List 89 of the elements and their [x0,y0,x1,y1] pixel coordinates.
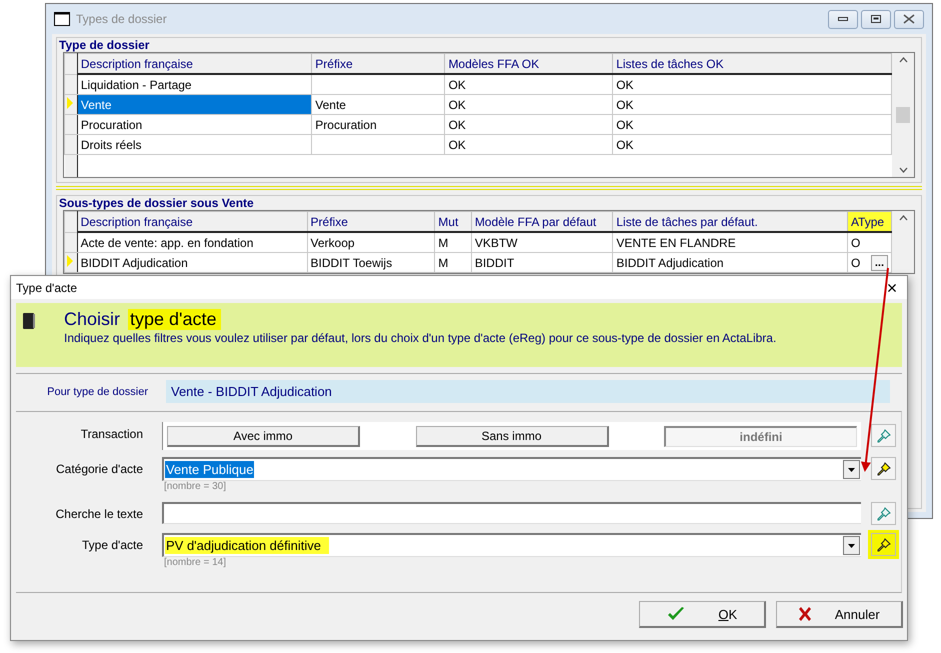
row-indicator [64,212,78,232]
caret-icon [848,468,855,472]
search-field[interactable] [162,502,861,524]
pin-button[interactable] [871,533,896,556]
table-cell: BIDDIT Adjudication [612,252,848,272]
table-cell-text: O [850,256,860,270]
table-cell: OK [444,134,613,154]
dialog-heading: Choisir [64,309,122,330]
scroll-thumb[interactable] [896,107,910,123]
highlighted-heading: type d'acte [128,309,221,330]
column-header[interactable]: AType [847,212,892,232]
close-button[interactable] [894,10,924,28]
dropdown-field[interactable]: PV d'adjudication définitive [162,533,861,557]
row-indicator [64,54,78,74]
group-title: Sous-types de dossier sous Vente [59,196,256,210]
table-cell: M [434,232,472,252]
table-cell: Procuration [312,114,445,134]
description-text: Indiquez quelles filtres vous voulez utiliser par défaut, lors du choix d'un type d'acte (eReg) pour ce sous-type de dossier en ActaLibra. [64,331,776,345]
count-text: [nombre = 30] [163,481,227,494]
field-label: Cherche le texte [54,506,144,523]
row-indicator[interactable] [64,252,78,272]
table-cell: OK [444,74,613,94]
field-label: Catégorie d'acte [54,461,144,478]
table-cell: OK [612,74,892,94]
column-header[interactable]: Préfixe [312,54,445,74]
pin-button[interactable] [871,457,896,480]
table-cell: Vente [77,94,312,114]
ellipsis-button[interactable]: ... [870,254,888,270]
dialog-button[interactable]: OK [639,601,766,628]
restore-icon [871,15,881,23]
dropdown-field[interactable]: Vente Publique [162,457,861,481]
book-icon [22,312,36,330]
minimize-icon [838,17,848,21]
column-header[interactable]: Mut [434,212,472,232]
row-indicator [64,154,78,177]
table-cell: Droits réels [77,134,312,154]
close-icon [903,14,915,24]
column-header[interactable]: Description française [77,54,312,74]
column-header[interactable]: Description française [77,212,308,232]
field-label: Type d'acte [81,537,144,554]
scroll-up-icon[interactable] [898,215,908,221]
column-header[interactable]: Modèles FFA OK [444,54,613,74]
table-cell: M [434,252,472,272]
column-header[interactable]: Modèle FFA par défaut [471,212,613,232]
row-indicator[interactable] [64,114,78,134]
column-header[interactable]: Préfixe [307,212,435,232]
row-indicator[interactable] [64,94,78,114]
table-cell: OK [612,114,892,134]
close-button[interactable]: × [877,276,907,298]
column-header[interactable]: Listes de tâches OK [612,54,892,74]
table-cell: Acte de vente: app. en fondation [77,232,308,252]
checkmark-icon [666,606,685,622]
column-header[interactable]: Liste de tâches par défaut. [612,212,848,232]
row-indicator[interactable] [64,74,78,94]
cross-icon [798,607,812,621]
toggle-button[interactable]: Avec immo [167,426,360,446]
dialog-button[interactable]: Annuler [776,601,903,628]
window-icon [54,12,70,26]
table-cell: OK [444,114,613,134]
table-cell: OK [444,94,613,114]
readonly-field: Vente - BIDDIT Adjudication [166,380,890,403]
maximize-button[interactable] [861,10,891,28]
table-cell: Verkoop [307,232,435,252]
table-cell: OK [612,94,892,114]
row-indicator[interactable] [64,232,78,252]
minimize-button[interactable] [828,10,858,28]
table-cell: BIDDIT Toewijs [307,252,435,272]
table-cell: VENTE EN FLANDRE [612,232,848,252]
table-cell: VKBTW [471,232,613,252]
dropdown-button[interactable] [843,536,860,555]
table-cell: BIDDIT [471,252,613,272]
toggle-button[interactable]: indéfini [664,426,857,446]
scroll-down-icon[interactable] [898,167,908,173]
caret-icon [848,544,855,548]
toggle-button[interactable]: Sans immo [416,426,608,446]
table-cell: OK [612,134,892,154]
table-cell: Vente [312,94,445,114]
field-label: Pour type de dossier [46,386,149,398]
scroll-up-icon[interactable] [898,57,908,63]
dialog-title: Type d'acte [16,280,77,294]
count-text: [nombre = 14] [163,557,227,570]
scrollbar[interactable] [892,53,914,177]
field-label: Transaction [80,426,144,443]
row-indicator[interactable] [64,134,78,154]
dropdown-button[interactable] [843,460,860,479]
group-title: Type de dossier [59,38,152,52]
table-cell: BIDDIT Adjudication [77,252,308,272]
window-title: Types de dossier [76,12,167,26]
table-cell: Procuration [77,114,312,134]
